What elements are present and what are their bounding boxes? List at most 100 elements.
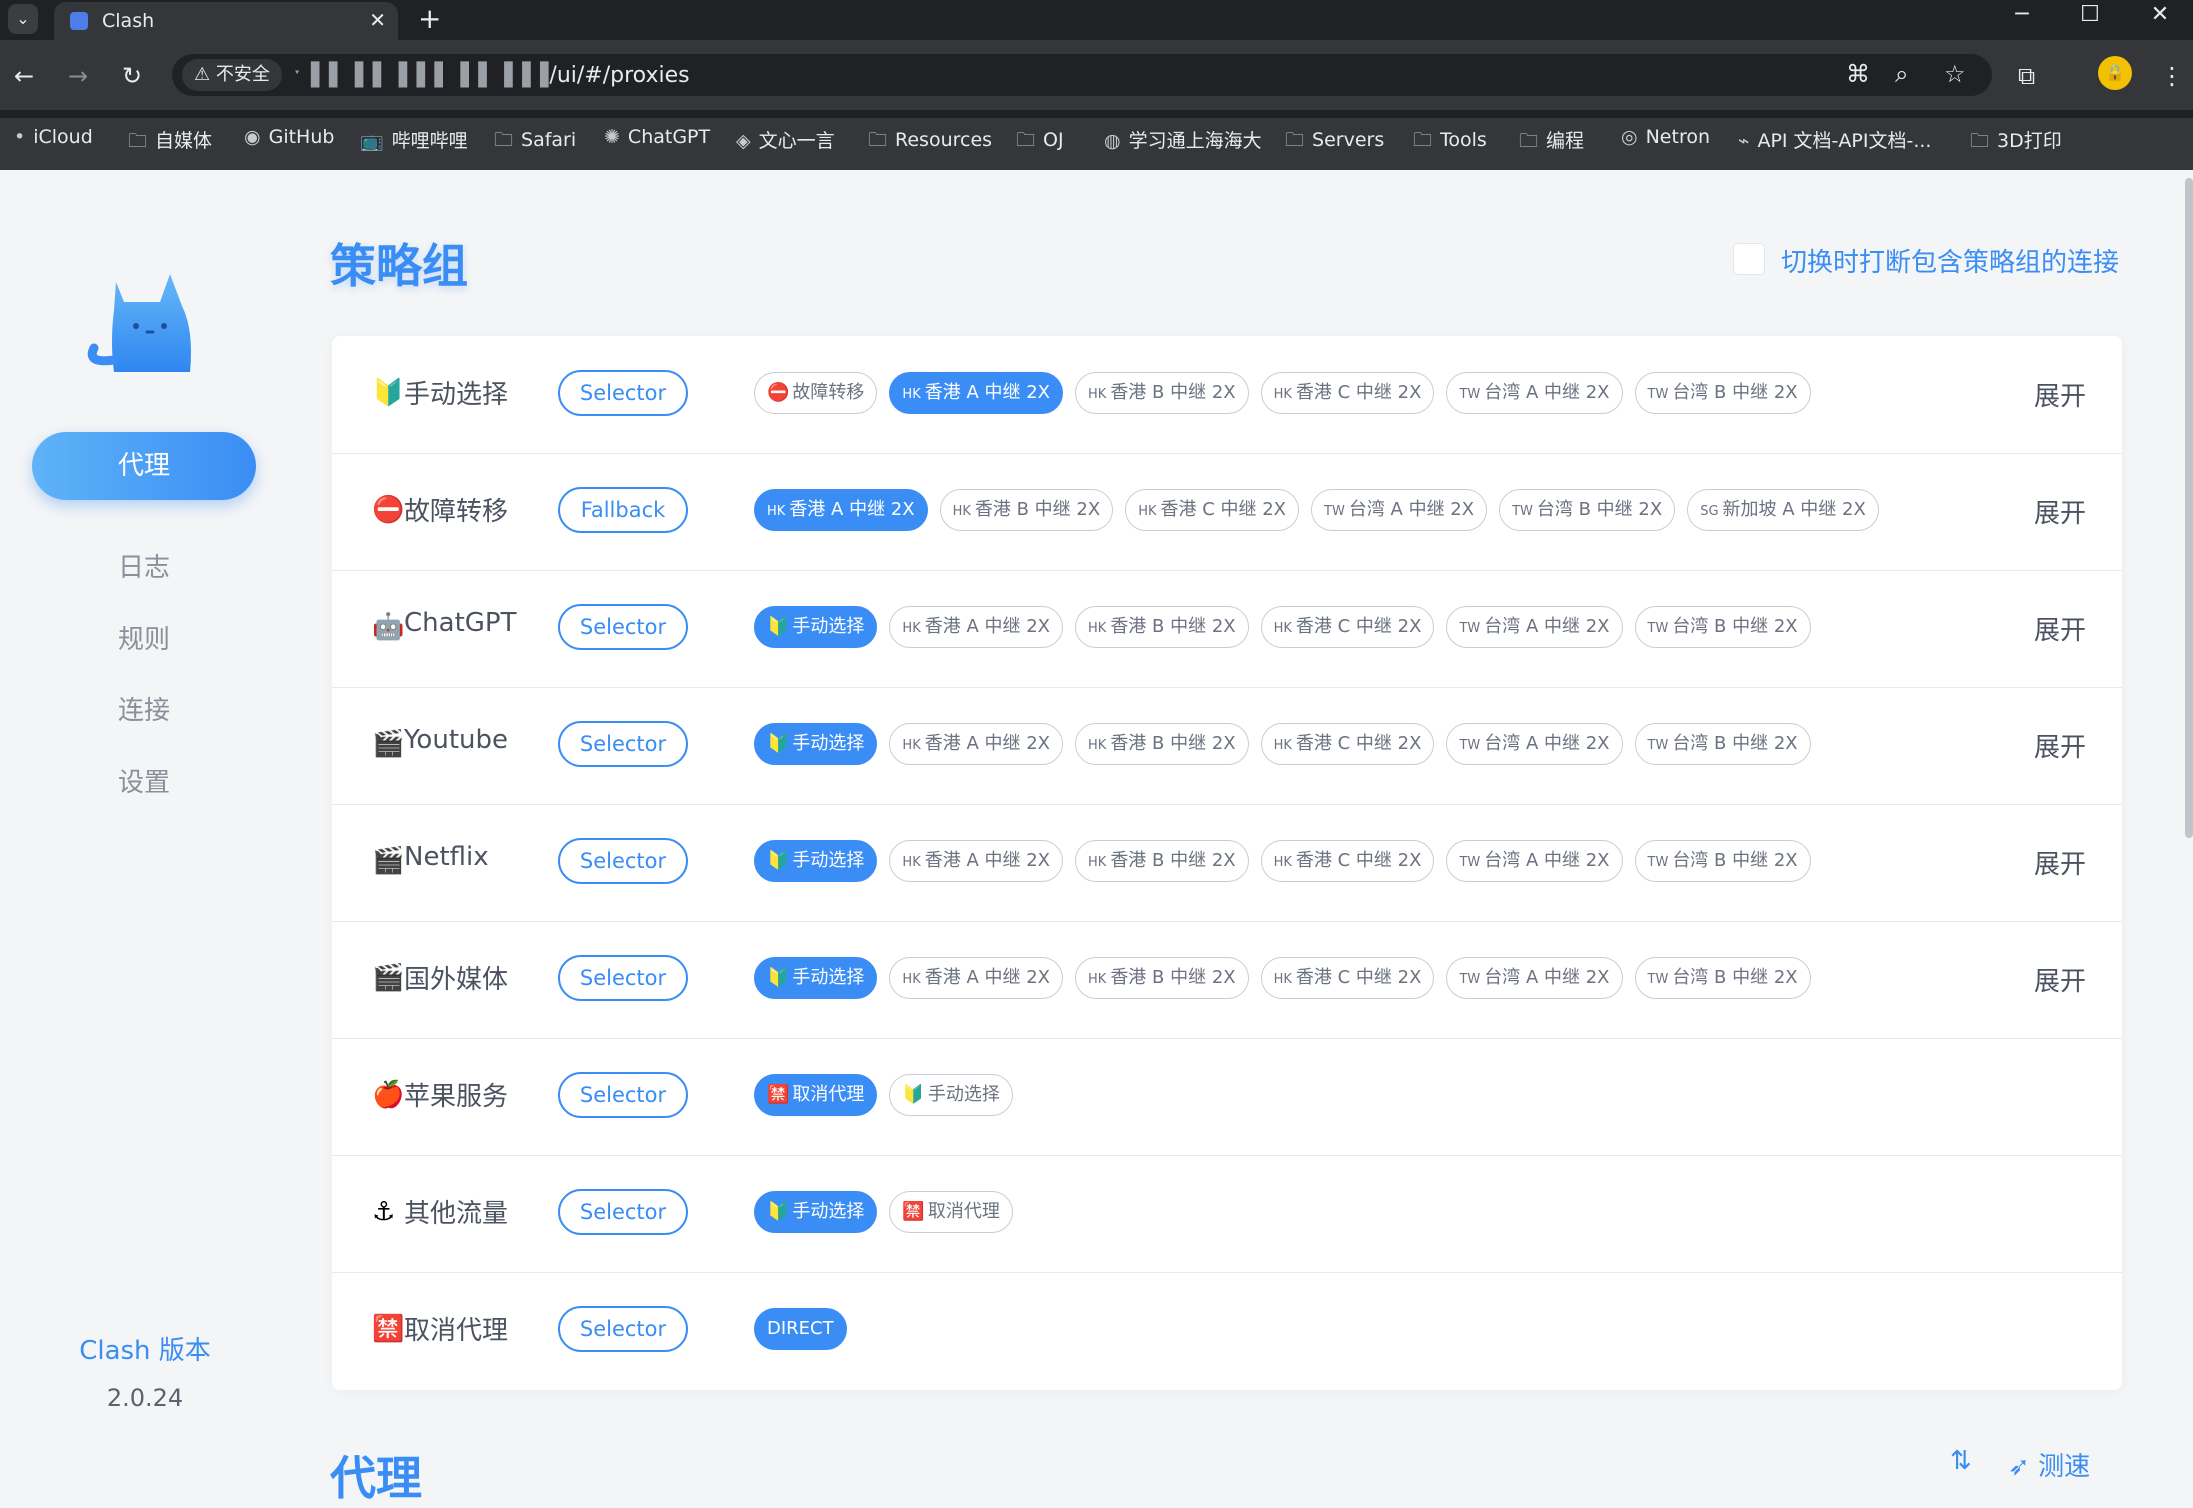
browser-tab[interactable]: Clash ✕ (54, 2, 398, 40)
nav-settings[interactable]: 设置 (32, 753, 256, 813)
proxy-tag[interactable]: HK 香港 C 中继 2X (1260, 606, 1435, 648)
bookmark-item[interactable]: ✺ ChatGPT (604, 126, 710, 148)
nav-proxies[interactable]: 代理 (32, 432, 256, 500)
tab-close-icon[interactable]: ✕ (369, 8, 386, 32)
proxy-tag[interactable]: HK 香港 B 中继 2X (1075, 957, 1249, 999)
proxy-tag[interactable]: TW 台湾 A 中继 2X (1446, 606, 1623, 648)
proxy-tag[interactable]: HK 香港 C 中继 2X (1260, 840, 1435, 882)
minimize-button[interactable]: ─ (1992, 2, 2052, 27)
bookmark-item[interactable]: 📺 哔哩哔哩 (360, 126, 468, 153)
bookmark-item[interactable]: 🗀 Resources (868, 126, 992, 158)
proxy-tag[interactable]: HK 香港 A 中继 2X (889, 606, 1063, 648)
proxy-tag[interactable]: TW 台湾 A 中继 2X (1446, 723, 1623, 765)
proxy-tag[interactable]: TW 台湾 A 中继 2X (1311, 489, 1488, 531)
nav-logs[interactable]: 日志 (32, 538, 256, 598)
proxy-label: 台湾 A 中继 2X (1484, 967, 1610, 988)
proxy-tag[interactable]: TW 台湾 A 中继 2X (1446, 372, 1623, 414)
expand-button[interactable]: 展开 (2034, 610, 2086, 647)
translate-icon[interactable]: ⌘ (1846, 60, 1870, 88)
proxy-tag[interactable]: HK 香港 B 中继 2X (1075, 372, 1249, 414)
proxy-tag-selected[interactable]: 🈲 取消代理 (754, 1074, 878, 1116)
proxy-tag[interactable]: SG 新加坡 A 中继 2X (1687, 489, 1879, 531)
proxy-tag[interactable]: TW 台湾 B 中继 2X (1634, 606, 1811, 648)
bookmark-star-icon[interactable]: ☆ (1944, 60, 1966, 88)
reload-icon[interactable]: ↻ (122, 62, 142, 90)
proxy-tag[interactable]: TW 台湾 B 中继 2X (1634, 372, 1811, 414)
expand-button[interactable]: 展开 (2034, 376, 2086, 413)
proxy-tag-selected[interactable]: HK 香港 A 中继 2X (889, 372, 1063, 414)
page-scrollbar[interactable] (2185, 178, 2193, 838)
proxy-tag[interactable]: HK 香港 B 中继 2X (1075, 723, 1249, 765)
url-text[interactable]: ˑ▐▐ ▐▐ ▐▐▐ ▐▐ ▐▐▐/ui/#/proxies (294, 63, 690, 88)
proxy-tag[interactable]: 🔰 手动选择 (889, 1074, 1013, 1116)
proxy-tag[interactable]: HK 香港 C 中继 2X (1260, 957, 1435, 999)
bookmark-item[interactable]: 🗀 OJ (1016, 126, 1064, 158)
speed-test-button[interactable]: ➶ 测速 (2008, 1446, 2090, 1483)
proxy-tag[interactable]: TW 台湾 B 中继 2X (1499, 489, 1676, 531)
bookmark-item[interactable]: ◉ GitHub (244, 126, 334, 148)
proxy-tag-selected[interactable]: 🔰 手动选择 (754, 606, 878, 648)
tab-search-button[interactable]: ⌄ (8, 4, 38, 34)
proxy-tag-selected[interactable]: 🔰 手动选择 (754, 957, 878, 999)
proxy-tag[interactable]: HK 香港 A 中继 2X (889, 723, 1063, 765)
folder-icon: 🗀 (868, 129, 888, 151)
zoom-icon[interactable]: ⌕ (1895, 60, 1908, 88)
nav-rules[interactable]: 规则 (32, 610, 256, 670)
proxy-tag[interactable]: HK 香港 B 中继 2X (939, 489, 1114, 531)
profile-avatar[interactable]: 🔒 (2098, 56, 2132, 90)
proxy-tag-selected[interactable]: 🔰 手动选择 (754, 1191, 878, 1233)
bookmark-item[interactable]: 🗀 3D打印 (1970, 126, 2062, 159)
nav-connections[interactable]: 连接 (32, 681, 256, 741)
sort-icon[interactable]: ⇅ (1950, 1446, 1972, 1476)
country-code: TW (1459, 738, 1481, 753)
proxy-tag[interactable]: HK 香港 C 中继 2X (1260, 723, 1435, 765)
security-chip[interactable]: ⚠ 不安全 (182, 59, 282, 91)
bookmark-item[interactable]: • iCloud (14, 126, 93, 148)
proxy-tag-selected[interactable]: HK 香港 A 中继 2X (754, 489, 928, 531)
proxies-section-title: 代理 (330, 1451, 422, 1505)
proxy-tag-selected[interactable]: 🔰 手动选择 (754, 840, 878, 882)
proxy-tag[interactable]: TW 台湾 B 中继 2X (1634, 723, 1811, 765)
bookmark-item[interactable]: 🗀 Tools (1413, 126, 1487, 158)
bookmark-item[interactable]: ◍ 学习通上海海大 (1104, 126, 1262, 153)
proxy-tag[interactable]: HK 香港 A 中继 2X (889, 957, 1063, 999)
maximize-button[interactable]: ☐ (2060, 2, 2120, 27)
country-code: HK (1088, 387, 1107, 402)
interrupt-connections-label[interactable]: 切换时打断包含策略组的连接 (1781, 242, 2119, 279)
expand-button[interactable]: 展开 (2034, 844, 2086, 881)
proxy-tag[interactable]: ⛔ 故障转移 (754, 372, 878, 414)
bookmark-item[interactable]: ⌁ API 文档-API文档-... (1738, 126, 1931, 153)
proxy-tag[interactable]: TW 台湾 B 中继 2X (1634, 840, 1811, 882)
proxy-tag[interactable]: TW 台湾 A 中继 2X (1446, 957, 1623, 999)
navigation-bar: ← → ↻ ⚠ 不安全 ˑ▐▐ ▐▐ ▐▐▐ ▐▐ ▐▐▐/ui/#/proxi… (0, 40, 2193, 110)
menu-kebab-icon[interactable]: ⋮ (2160, 62, 2184, 90)
proxy-tag[interactable]: HK 香港 C 中继 2X (1260, 372, 1435, 414)
proxy-tag-selected[interactable]: DIRECT (754, 1308, 847, 1350)
bookmark-item[interactable]: 🗀 Servers (1285, 126, 1384, 158)
bookmark-item[interactable]: 🗀 Safari (494, 126, 576, 158)
proxy-tag-selected[interactable]: 🔰 手动选择 (754, 723, 878, 765)
proxy-tag[interactable]: TW 台湾 A 中继 2X (1446, 840, 1623, 882)
security-label: 不安全 (215, 64, 270, 85)
new-tab-button[interactable]: + (418, 2, 441, 35)
close-window-button[interactable]: ✕ (2130, 2, 2190, 27)
forward-icon[interactable]: → (68, 62, 88, 90)
proxy-tag[interactable]: HK 香港 B 中继 2X (1075, 606, 1249, 648)
extensions-icon[interactable]: ⧉ (2018, 62, 2035, 90)
back-icon[interactable]: ← (14, 62, 34, 90)
proxy-tag[interactable]: 🈲 取消代理 (889, 1191, 1013, 1233)
bookmark-item[interactable]: 🗀 编程 (1519, 126, 1584, 159)
interrupt-connections-checkbox[interactable] (1733, 243, 1765, 275)
proxy-tag[interactable]: HK 香港 A 中继 2X (889, 840, 1063, 882)
bookmark-item[interactable]: ◎ Netron (1621, 126, 1710, 148)
proxy-tag[interactable]: TW 台湾 B 中继 2X (1634, 957, 1811, 999)
bookmark-item[interactable]: 🗀 自媒体 (128, 126, 212, 159)
proxy-tag[interactable]: HK 香港 B 中继 2X (1075, 840, 1249, 882)
policy-group-row: 🎬 Netflix Selector 🔰 手动选择 HK 香港 A 中继 2X HK 香港 B … (332, 804, 2122, 922)
bookmark-item[interactable]: ◈ 文心一言 (736, 126, 835, 153)
expand-button[interactable]: 展开 (2034, 493, 2086, 530)
expand-button[interactable]: 展开 (2034, 727, 2086, 764)
proxy-tag[interactable]: HK 香港 C 中继 2X (1125, 489, 1300, 531)
address-bar[interactable]: ⚠ 不安全 ˑ▐▐ ▐▐ ▐▐▐ ▐▐ ▐▐▐/ui/#/proxies ⌘ ⌕… (172, 54, 1992, 96)
expand-button[interactable]: 展开 (2034, 961, 2086, 998)
